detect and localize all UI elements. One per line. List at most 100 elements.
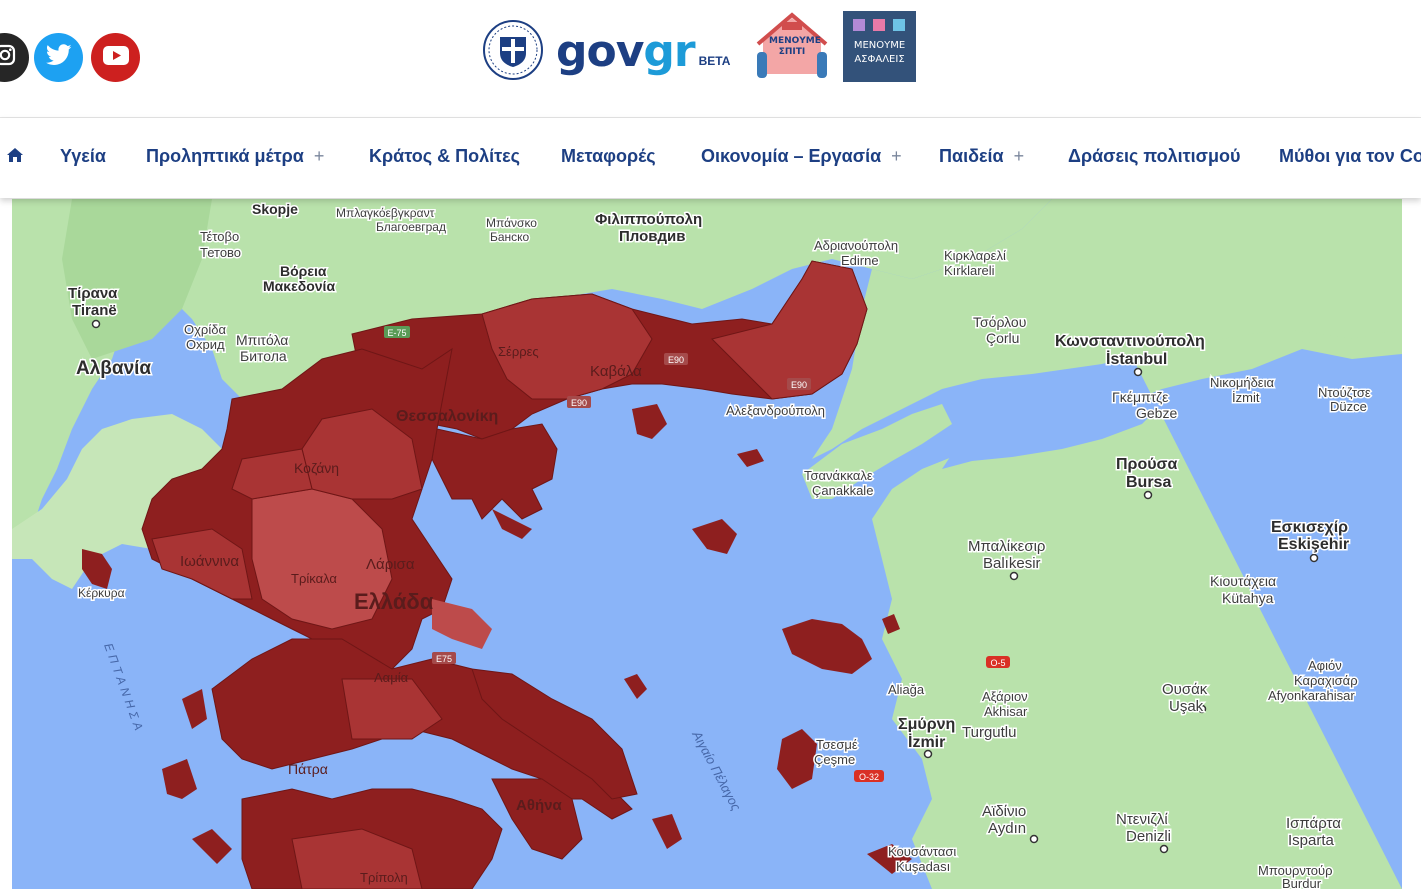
map-label: Αλεξανδρούπολη: [726, 403, 825, 418]
map-label: Κοζάνη: [294, 460, 339, 476]
map-label: Νικομήδεια: [1210, 375, 1274, 390]
svg-text:O-32: O-32: [859, 772, 879, 782]
map-label: Akhisar: [984, 704, 1028, 719]
map-label: Μπαλίκεσιρ: [968, 538, 1045, 555]
nav-item-state-citizens[interactable]: Κράτος & Πολίτες: [369, 146, 520, 167]
instagram-icon: [0, 43, 17, 72]
map-label: Çanakkale: [812, 483, 873, 498]
map-label: Πάτρα: [288, 761, 328, 777]
map-label: Burdur: [1282, 876, 1322, 889]
map-label: Αξάριον: [982, 689, 1028, 704]
beta-label: BETA: [698, 54, 731, 68]
nav-item-prevention[interactable]: Προληπτικά μέτρα +: [146, 146, 324, 167]
map-label: Kırklareli: [944, 263, 995, 278]
map-label: Edirne: [841, 253, 879, 268]
map-label: Kütahya: [1222, 590, 1274, 606]
map-label: Bursa: [1126, 474, 1171, 491]
map-label: İstanbul: [1106, 350, 1167, 368]
map-label: Denizli: [1126, 828, 1171, 845]
map-label: Tiranë: [72, 302, 117, 319]
map-label: Охрид: [186, 337, 225, 352]
main-navigation: Υγεία Προληπτικά μέτρα + Κράτος & Πολίτες…: [0, 118, 1421, 198]
map-label: Τέτοβο: [200, 229, 239, 244]
twitter-link[interactable]: [34, 33, 83, 82]
map-label: Благоевград: [376, 220, 446, 234]
map-label: Προύσα: [1116, 456, 1177, 473]
map-label: Aliağa: [888, 682, 925, 697]
map-label: Καραχισάρ: [1294, 673, 1358, 688]
site-header: govgr BETA ΜΕΝΟΥΜΕ ΣΠΙΤΙ ΜΕΝΟΥΜΕ ΑΣΦΑΛΕΙ…: [0, 0, 1421, 118]
map-label: Θεσσαλονίκη: [396, 408, 498, 425]
map-label: Λάρισα: [366, 556, 415, 573]
svg-text:E75: E75: [436, 654, 452, 664]
govgr-wordmark: govgr: [556, 26, 696, 77]
map-label: Düzce: [1330, 399, 1367, 414]
map-label: Τσεσμέ: [816, 737, 858, 752]
map-label: Αϊδίνιο: [982, 803, 1026, 820]
twitter-icon: [45, 44, 72, 71]
map-label: Ντενιζλί: [1116, 811, 1168, 828]
map-label: Αφιόν: [1308, 658, 1342, 673]
map-label: Αθήνα: [516, 797, 562, 814]
map-label: Γκέμπτζε: [1112, 389, 1168, 405]
map-label: Aydın: [988, 820, 1026, 837]
map-label: Κέρκυρα: [78, 586, 125, 600]
map-label: Κουσάντασι: [888, 844, 956, 859]
map-label: Ουσάκ: [1162, 681, 1208, 698]
map-label: Αδριανούπολη: [814, 238, 898, 253]
map-label: Balıkesir: [983, 555, 1041, 572]
badge-line: ΜΕΝΟΥΜΕ: [769, 36, 821, 46]
youtube-link[interactable]: [91, 33, 140, 82]
map-label: Ισπάρτα: [1286, 815, 1341, 832]
map-label: Μπιτόλα: [236, 332, 288, 348]
map-label: Afyonkarahisar: [1268, 688, 1355, 703]
map-label: Ελλάδα: [354, 589, 434, 614]
map-label: Uşak: [1169, 698, 1204, 715]
map-label: Τρίκαλα: [291, 571, 337, 586]
greek-coat-of-arms-icon: [482, 19, 544, 86]
map-label: Μπλαγκόεβγκραντ: [336, 206, 435, 220]
svg-text:E-75: E-75: [387, 328, 406, 338]
map-label: Skopje: [252, 201, 298, 217]
map-label: Φιλιππούπολη: [595, 211, 702, 228]
instagram-link[interactable]: [0, 33, 29, 82]
map-label: İzmit: [1232, 390, 1260, 405]
map-label: Isparta: [1288, 832, 1335, 849]
map-label: Τρίπολη: [360, 870, 408, 885]
map-label: Κιρκλαρελί: [944, 248, 1006, 263]
map-label: Τίρανα: [68, 285, 118, 302]
map-label: Банско: [490, 230, 530, 244]
badge-line: ΜΕΝΟΥΜΕ: [853, 40, 906, 51]
submenu-plus-icon[interactable]: +: [1014, 146, 1025, 166]
map-label: Καβάλα: [590, 363, 642, 380]
nav-item-culture[interactable]: Δράσεις πολιτισμού: [1068, 146, 1240, 167]
badge-line: ΑΣΦΑΛΕΙΣ: [854, 54, 905, 65]
map-label: Αλβανία: [76, 358, 151, 379]
covid-risk-map[interactable]: E-75 E90 E90 E90 E75 O-5 O-32 Skopje Μπλ…: [12, 199, 1402, 889]
map-label: Κωνσταντινούπολη: [1055, 333, 1205, 350]
map-label: Σέρρες: [498, 344, 539, 359]
stay-safe-badge[interactable]: ΜΕΝΟΥΜΕ ΑΣΦΑΛΕΙΣ: [843, 11, 916, 82]
map-label: Битола: [240, 348, 287, 364]
map-label: Κιουτάχεια: [1210, 573, 1276, 589]
nav-item-education[interactable]: Παιδεία +: [939, 146, 1024, 167]
map-label: Τσανάκκαλε: [804, 468, 873, 483]
home-icon: [6, 147, 24, 167]
stay-home-badge[interactable]: ΜΕΝΟΥΜΕ ΣΠΙΤΙ: [755, 12, 829, 80]
nav-item-economy-work[interactable]: Οικονομία – Εργασία +: [701, 146, 902, 167]
submenu-plus-icon[interactable]: +: [314, 146, 325, 166]
map-label: Пловдив: [619, 228, 685, 245]
youtube-icon: [102, 45, 129, 70]
nav-item-health[interactable]: Υγεία: [60, 146, 106, 167]
map-label: Εσκισεχίρ: [1271, 519, 1348, 536]
map-label: Τσόρλου: [973, 314, 1026, 330]
map-label: Σμύρνη: [898, 716, 955, 733]
nav-item-transport[interactable]: Μεταφορές: [561, 146, 656, 167]
home-link[interactable]: [6, 147, 24, 168]
map-label: Ντούζτσε: [1318, 385, 1371, 400]
submenu-plus-icon[interactable]: +: [891, 146, 902, 166]
nav-item-myths[interactable]: Μύθοι για τον Co: [1279, 146, 1421, 167]
map-label: Λαμία: [374, 670, 409, 685]
map-label: Çeşme: [814, 752, 855, 767]
govgr-logo[interactable]: govgr BETA: [482, 12, 730, 92]
